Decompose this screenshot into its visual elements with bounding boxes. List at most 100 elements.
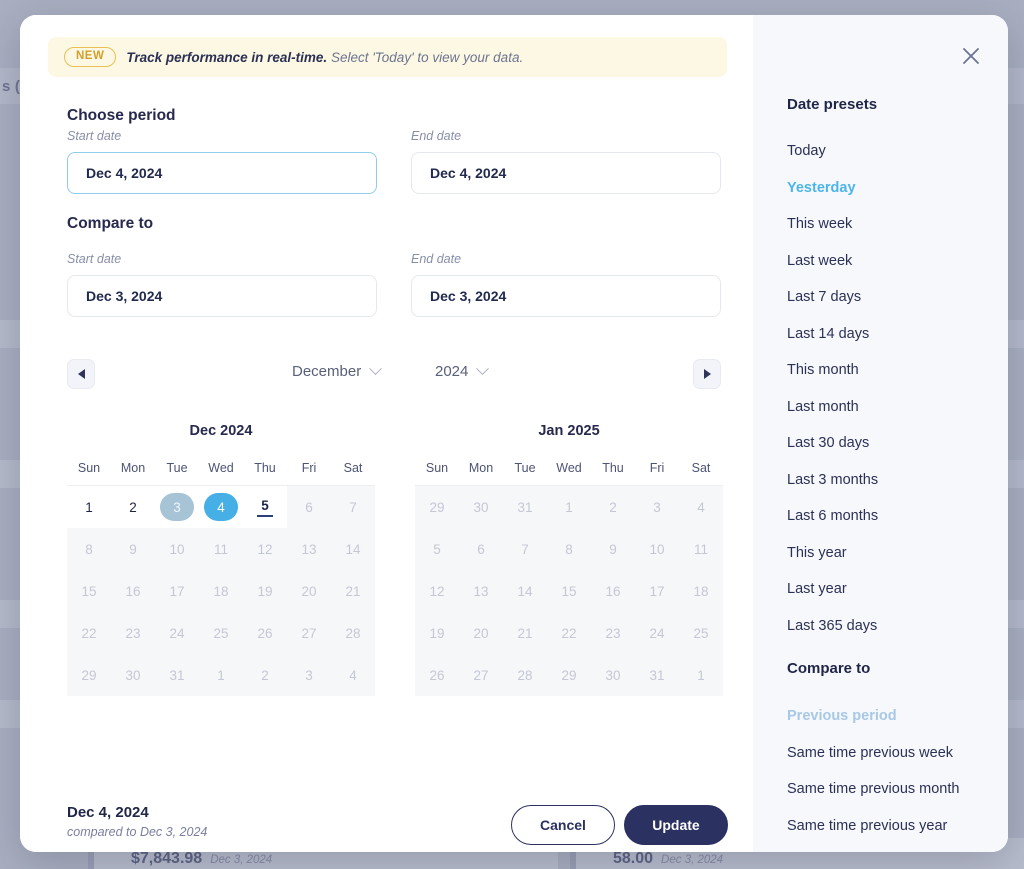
preset-this-month[interactable]: This month <box>787 362 859 378</box>
cancel-button[interactable]: Cancel <box>511 805 615 845</box>
next-month-button[interactable] <box>693 359 721 389</box>
compare-start-label: Start date <box>67 252 122 266</box>
month-select[interactable]: December <box>292 362 383 380</box>
calendar-week-row: 15 16 17 18 19 20 21 <box>67 570 375 612</box>
calendar-grid: 29 30 31 1 2 3 4 5 6 7 8 9 10 11 12 13 14 15 16 17 18 19 20 21 2… <box>415 485 723 696</box>
calendar-week-row: 8 9 10 11 12 13 14 <box>67 528 375 570</box>
calendar-day-muted: 18 <box>679 570 723 612</box>
calendar-day-muted: 16 <box>591 570 635 612</box>
preset-last-30-days[interactable]: Last 30 days <box>787 435 869 451</box>
calendar-day-muted: 14 <box>331 528 375 570</box>
calendar-day-muted: 15 <box>547 570 591 612</box>
calendar-day-muted: 8 <box>67 528 111 570</box>
date-range-picker-modal: NEW Track performance in real-time. Sele… <box>20 15 1008 852</box>
calendar-day-muted: 11 <box>199 528 243 570</box>
period-end-input[interactable]: Dec 4, 2024 <box>411 152 721 194</box>
period-end-label: End date <box>411 129 462 143</box>
calendar-dow: Fri <box>649 461 665 475</box>
calendar-day-muted: 31 <box>503 486 547 528</box>
preset-last-week[interactable]: Last week <box>787 253 852 269</box>
background-metric-value: 58.00 <box>613 850 654 867</box>
compare-option-previous-period[interactable]: Previous period <box>787 708 897 724</box>
calendar-day-muted: 20 <box>459 612 503 654</box>
calendar-dow: Thu <box>602 461 624 475</box>
calendar-day-muted: 7 <box>503 528 547 570</box>
calendar-day-muted: 4 <box>331 654 375 696</box>
chevron-down-icon <box>476 362 490 376</box>
preset-last-14-days[interactable]: Last 14 days <box>787 326 869 342</box>
calendar-day-muted: 9 <box>591 528 635 570</box>
month-select-value: December <box>292 363 362 380</box>
period-start-input[interactable]: Dec 4, 2024 <box>67 152 377 194</box>
compare-option-same-time-previous-week[interactable]: Same time previous week <box>787 745 953 761</box>
calendar-day-muted: 26 <box>415 654 459 696</box>
calendar-day-muted: 10 <box>635 528 679 570</box>
compare-option-same-time-previous-year[interactable]: Same time previous year <box>787 818 947 834</box>
calendar-day-compare[interactable]: 3 <box>155 486 199 528</box>
compare-end-label: End date <box>411 252 462 266</box>
preset-last-365-days[interactable]: Last 365 days <box>787 618 877 634</box>
background-metric-value: $7,843.98 <box>131 850 203 867</box>
calendar-day-muted: 10 <box>155 528 199 570</box>
calendar-day-muted: 15 <box>67 570 111 612</box>
year-select-value: 2024 <box>435 363 469 380</box>
preset-this-year[interactable]: This year <box>787 545 847 561</box>
background-metric-date: Dec 3, 2024 <box>210 854 273 866</box>
preset-this-week[interactable]: This week <box>787 216 852 232</box>
calendar-day-muted: 3 <box>287 654 331 696</box>
preset-last-year[interactable]: Last year <box>787 581 847 597</box>
calendar-dow-row: Sun Mon Tue Wed Thu Fri Sat <box>67 461 375 485</box>
calendar-dow: Wed <box>208 461 234 475</box>
compare-end-input[interactable]: Dec 3, 2024 <box>411 275 721 317</box>
close-icon <box>963 48 979 64</box>
calendar-title: Jan 2025 <box>538 423 600 439</box>
calendar-day-muted: 12 <box>415 570 459 612</box>
calendar-day-muted: 27 <box>459 654 503 696</box>
calendar-day-muted: 22 <box>547 612 591 654</box>
update-button[interactable]: Update <box>624 805 728 845</box>
calendar-day-muted: 19 <box>243 570 287 612</box>
compare-option-same-time-previous-month[interactable]: Same time previous month <box>787 781 959 797</box>
today-marker: 5 <box>257 498 273 517</box>
calendar-dow: Thu <box>254 461 276 475</box>
choose-period-title: Choose period <box>67 107 176 124</box>
calendar-day-muted: 30 <box>591 654 635 696</box>
preset-today[interactable]: Today <box>787 143 826 159</box>
promo-banner-text: Track performance in real-time. Select '… <box>126 50 523 65</box>
calendar-day-muted: 13 <box>287 528 331 570</box>
calendar-day-in-month[interactable]: 1 <box>67 486 111 528</box>
prev-month-button[interactable] <box>67 359 95 389</box>
preset-last-3-months[interactable]: Last 3 months <box>787 472 878 488</box>
calendar-day-muted: 18 <box>199 570 243 612</box>
calendar-january: Jan 2025 Sun Mon Tue Wed Thu Fri Sat 29 30 31 1 2 3… <box>415 423 723 696</box>
calendar-day-muted: 23 <box>111 612 155 654</box>
calendar-day-in-month[interactable]: 2 <box>111 486 155 528</box>
calendar-day-muted: 16 <box>111 570 155 612</box>
calendar-dow: Tue <box>166 461 188 475</box>
calendar-day-muted: 11 <box>679 528 723 570</box>
calendar-day-muted: 24 <box>635 612 679 654</box>
preset-last-month[interactable]: Last month <box>787 399 859 415</box>
compare-start-input[interactable]: Dec 3, 2024 <box>67 275 377 317</box>
calendar-dow: Mon <box>468 461 494 475</box>
year-select[interactable]: 2024 <box>435 362 490 380</box>
calendar-dow: Fri <box>301 461 317 475</box>
calendar-day-muted: 19 <box>415 612 459 654</box>
calendar-day-muted: 9 <box>111 528 155 570</box>
calendar-day-muted: 29 <box>415 486 459 528</box>
calendar-day-muted: 27 <box>287 612 331 654</box>
preset-last-6-months[interactable]: Last 6 months <box>787 508 878 524</box>
preset-yesterday[interactable]: Yesterday <box>787 180 856 196</box>
calendar-week-row: 29 30 31 1 2 3 4 <box>415 486 723 528</box>
calendar-day-muted: 25 <box>199 612 243 654</box>
preset-last-7-days[interactable]: Last 7 days <box>787 289 861 305</box>
calendar-week-row: 26 27 28 29 30 31 1 <box>415 654 723 696</box>
calendar-day-selected[interactable]: 4 <box>199 486 243 528</box>
calendar-week-row: 12 13 14 15 16 17 18 <box>415 570 723 612</box>
calendar-day-muted: 31 <box>155 654 199 696</box>
calendar-day-muted: 21 <box>331 570 375 612</box>
close-button[interactable] <box>954 39 988 73</box>
calendar-day-muted: 1 <box>547 486 591 528</box>
calendar-day-today[interactable]: 5 <box>243 486 287 528</box>
calendar-day-muted: 1 <box>679 654 723 696</box>
